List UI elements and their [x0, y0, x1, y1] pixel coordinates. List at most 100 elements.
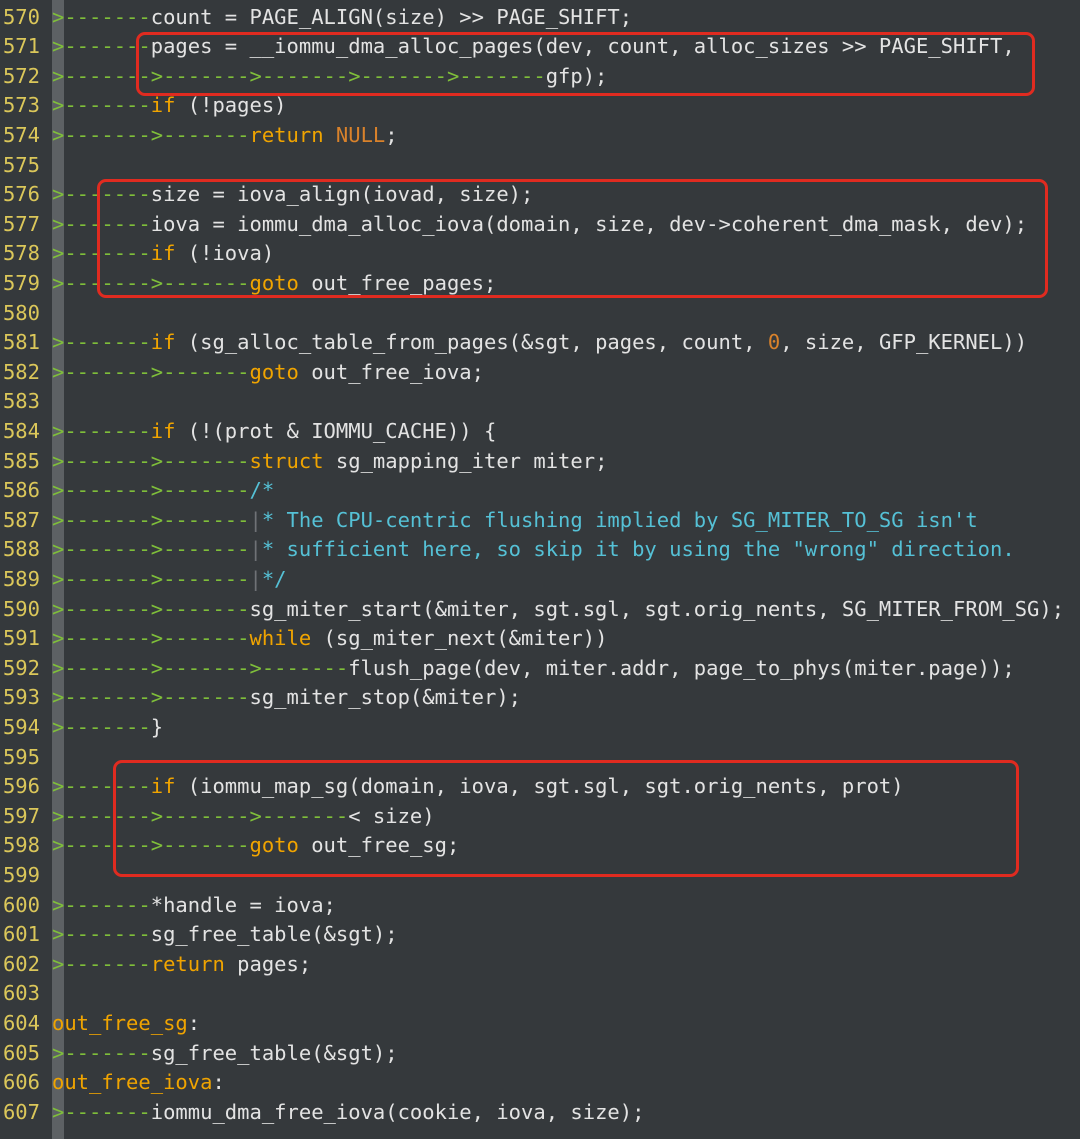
code-token: *handle = iova; — [150, 892, 336, 917]
line-number: 591 — [2, 626, 40, 651]
line-number: 600 — [2, 892, 40, 917]
code-token: sg_miter_stop(&miter); — [249, 685, 522, 710]
line-number: 607 — [2, 1099, 40, 1124]
code-text: >------->-------return NULL; — [52, 121, 398, 151]
line-number: 588 — [2, 537, 40, 562]
code-token: * The CPU-centric flushing implied by SG… — [261, 507, 978, 532]
indent-marker: >------- — [52, 892, 151, 917]
code-token: } — [150, 714, 164, 739]
code-text: >------->-------|* sufficient here, so s… — [52, 535, 1015, 565]
code-token: */ — [261, 566, 287, 591]
line-number: 584 — [2, 418, 40, 443]
code-token: struct — [249, 448, 324, 473]
code-token: sg_mapping_iter miter; — [323, 448, 608, 473]
code-token: out_free_iova; — [298, 359, 484, 384]
code-text: >-------if (sg_alloc_table_from_pages(&s… — [52, 328, 1027, 358]
code-token: sg_miter_start(&miter, sgt.sgl, sgt.orig… — [249, 596, 1065, 621]
indent-marker: >------->------- — [52, 685, 250, 710]
line-number: 593 — [2, 685, 40, 710]
line-number: 603 — [2, 981, 40, 1006]
line-number: 575 — [2, 152, 40, 177]
code-text: >------->-------|*/ — [52, 565, 287, 595]
highlight-box-alloc-pages — [136, 32, 1035, 96]
code-text: >------->------->-------flush_page(dev, … — [52, 654, 1015, 684]
line-number: 596 — [2, 774, 40, 799]
line-number: 605 — [2, 1040, 40, 1065]
line-number: 570 — [2, 4, 40, 29]
highlight-box-map-sg — [113, 760, 1019, 877]
code-text: >------->-------struct sg_mapping_iter m… — [52, 447, 607, 477]
code-text: >------->-------|* The CPU-centric flush… — [52, 506, 978, 536]
code-token: return — [249, 122, 324, 147]
indent-marker: >------- — [52, 418, 151, 443]
code-token: iommu_dma_free_iova(cookie, iova, size); — [150, 1099, 645, 1124]
code-token: (sg_miter_next(&miter)) — [311, 626, 608, 651]
line-number: 573 — [2, 93, 40, 118]
code-text: >-------iommu_dma_free_iova(cookie, iova… — [52, 1098, 644, 1128]
code-token: | — [249, 566, 262, 591]
indent-marker: >------->------->------- — [52, 655, 349, 680]
code-token: , size, GFP_KERNEL)) — [780, 330, 1028, 355]
line-number: 578 — [2, 241, 40, 266]
code-text: >-------sg_free_table(&sgt); — [52, 1039, 398, 1069]
line-number: 576 — [2, 182, 40, 207]
line-number: 574 — [2, 122, 40, 147]
code-token: sg_free_table(&sgt); — [150, 922, 398, 947]
code-token: 0 — [767, 330, 781, 355]
highlight-box-alloc-iova — [97, 179, 1048, 298]
indent-marker: >------- — [52, 330, 151, 355]
line-number: 599 — [2, 862, 40, 887]
line-number: 587 — [2, 507, 40, 532]
line-number: 604 — [2, 1010, 40, 1035]
line-number: 583 — [2, 389, 40, 414]
code-token: out_free_sg — [52, 1010, 188, 1035]
line-number: 590 — [2, 596, 40, 621]
line-number: 601 — [2, 922, 40, 947]
code-text: >-------count = PAGE_ALIGN(size) >> PAGE… — [52, 3, 632, 33]
code-text: >------->-------/* — [52, 476, 274, 506]
code-token: (!(prot & IOMMU_CACHE)) { — [175, 418, 497, 443]
code-token: goto — [249, 359, 299, 384]
line-number: 586 — [2, 478, 40, 503]
code-token: | — [249, 537, 262, 562]
code-token: if — [150, 330, 176, 355]
indent-marker: >------->------- — [52, 448, 250, 473]
line-number: 598 — [2, 833, 40, 858]
code-text: >------->-------sg_miter_stop(&miter); — [52, 683, 521, 713]
code-text: >-------} — [52, 713, 163, 743]
code-token: sg_free_table(&sgt); — [150, 1040, 398, 1065]
indent-marker: >------->------- — [52, 507, 250, 532]
indent-marker: >------- — [52, 714, 151, 739]
indent-marker: >------->------- — [52, 626, 250, 651]
indent-marker: >------- — [52, 93, 151, 118]
code-token: if — [150, 418, 176, 443]
line-number: 571 — [2, 34, 40, 59]
line-number: 597 — [2, 803, 40, 828]
code-token: (!pages) — [175, 93, 287, 118]
code-token: flush_page(dev, miter.addr, page_to_phys… — [348, 655, 1015, 680]
code-text: out_free_iova: — [52, 1068, 225, 1098]
line-number: 589 — [2, 566, 40, 591]
code-token: : — [187, 1010, 201, 1035]
line-number: 572 — [2, 63, 40, 88]
code-text: >------->-------goto out_free_iova; — [52, 358, 484, 388]
indent-marker: >------->------- — [52, 596, 250, 621]
code-token: : — [212, 1070, 225, 1095]
line-number: 579 — [2, 270, 40, 295]
indent-marker: >------->------- — [52, 478, 250, 503]
code-token: (sg_alloc_table_from_pages(&sgt, pages, … — [175, 330, 768, 355]
code-token: /* — [249, 478, 275, 503]
code-editor[interactable]: 570 >-------count = PAGE_ALIGN(size) >> P… — [0, 0, 1080, 1139]
indent-marker: >------- — [52, 922, 151, 947]
indent-marker: >------- — [52, 951, 151, 976]
indent-marker: >------- — [52, 1040, 151, 1065]
code-text: >-------sg_free_table(&sgt); — [52, 920, 398, 950]
code-token: pages; — [224, 951, 312, 976]
code-text: >-------*handle = iova; — [52, 891, 336, 921]
code-token: return — [150, 951, 225, 976]
code-token: if — [150, 93, 176, 118]
line-number: 594 — [2, 714, 40, 739]
line-number: 580 — [2, 300, 40, 325]
code-text: >------->-------sg_miter_start(&miter, s… — [52, 595, 1064, 625]
